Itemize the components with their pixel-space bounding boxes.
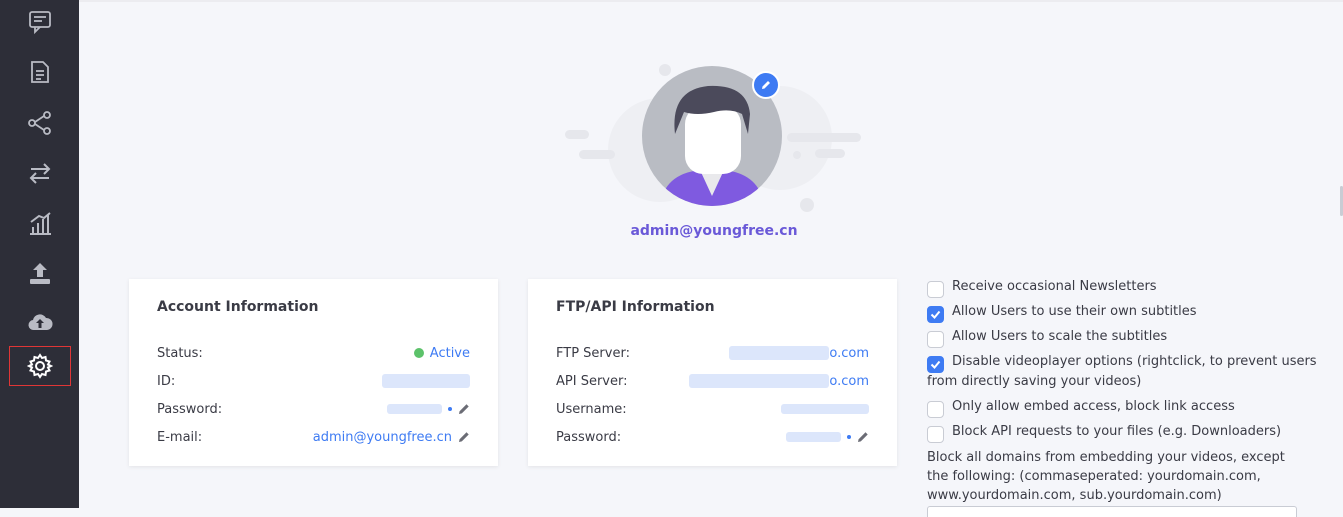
ftp-password-label: Password: <box>556 429 622 445</box>
redacted-api-server <box>689 374 830 388</box>
redacted-username <box>781 404 869 414</box>
checkmark-icon <box>930 360 941 369</box>
sidebar-item-documents[interactable] <box>9 52 71 92</box>
ftp-server-value: o.com <box>729 346 869 361</box>
document-icon <box>31 61 49 83</box>
email-value: admin@youngfree.cn <box>313 430 470 445</box>
api-server-value: o.com <box>689 374 869 389</box>
username-row: Username: <box>556 399 869 419</box>
option-embed-only[interactable]: Only allow embed access, block link acce… <box>927 398 1235 418</box>
pencil-icon <box>858 432 868 442</box>
upload-icon <box>30 263 50 284</box>
cloud-upload-icon <box>28 314 53 331</box>
redacted-ftp-password <box>786 432 841 442</box>
status-badge: Active <box>429 345 470 361</box>
id-row: ID: <box>157 371 470 391</box>
status-row: Status: Active <box>157 343 470 363</box>
ftp-server-text: o.com <box>829 345 869 361</box>
checkmark-icon <box>930 310 941 319</box>
top-divider <box>79 0 1343 2</box>
sidebar-item-share[interactable] <box>9 103 71 143</box>
block-api-checkbox[interactable] <box>927 426 944 443</box>
status-label: Status: <box>157 345 203 361</box>
sidebar-item-cloud-upload[interactable] <box>9 302 71 342</box>
option-label-continued: from directly saving your videos) <box>927 374 1142 389</box>
edit-email-button[interactable] <box>458 431 470 443</box>
id-value <box>382 374 470 388</box>
option-block-api[interactable]: Block API requests to your files (e.g. D… <box>927 423 1281 443</box>
option-own-subtitles[interactable]: Allow Users to use their own subtitles <box>927 303 1197 323</box>
option-newsletters[interactable]: Receive occasional Newsletters <box>927 278 1157 298</box>
pencil-icon <box>459 432 469 442</box>
ftp-password-row: Password: <box>556 427 869 447</box>
edit-avatar-button[interactable] <box>752 71 780 99</box>
option-label: Allow Users to scale the subtitles <box>952 329 1168 344</box>
scale-subtitles-checkbox[interactable] <box>927 331 944 348</box>
option-label: Receive occasional Newsletters <box>952 279 1157 294</box>
status-value: Active <box>413 345 470 361</box>
embed-only-checkbox[interactable] <box>927 401 944 418</box>
redacted-ftp-server <box>729 346 830 360</box>
status-dot-icon <box>413 348 424 358</box>
api-server-row: API Server: o.com <box>556 371 869 391</box>
password-row: Password: <box>157 399 470 419</box>
option-label: Disable videoplayer options (rightclick,… <box>952 354 1317 369</box>
disable-videoplayer-checkbox[interactable] <box>927 356 944 373</box>
redacted-id <box>382 374 470 388</box>
password-dot <box>448 407 452 411</box>
ftp-password-dot <box>847 435 851 439</box>
option-label: Block API requests to your files (e.g. D… <box>952 424 1282 439</box>
chat-icon <box>29 11 51 35</box>
stats-icon <box>30 212 51 235</box>
sidebar-item-transfer[interactable] <box>9 153 71 193</box>
option-label: Allow Users to use their own subtitles <box>952 304 1197 319</box>
api-server-label: API Server: <box>556 373 628 389</box>
option-label: Only allow embed access, block link acce… <box>952 399 1235 414</box>
ftp-password-value <box>786 431 869 443</box>
account-info-title: Account Information <box>157 299 319 315</box>
edit-ftp-password-button[interactable] <box>857 431 869 443</box>
account-info-card: Account Information Status: Active ID: P… <box>129 279 498 466</box>
newsletters-checkbox[interactable] <box>927 281 944 298</box>
sidebar-item-stats[interactable] <box>9 203 71 243</box>
option-disable-videoplayer[interactable]: Disable videoplayer options (rightclick,… <box>927 353 1317 373</box>
password-value <box>387 403 470 415</box>
pencil-icon <box>762 81 770 89</box>
ftp-server-row: FTP Server: o.com <box>556 343 869 363</box>
username-label: Username: <box>556 401 627 417</box>
email-row: E-mail: admin@youngfree.cn <box>157 427 470 447</box>
option-scale-subtitles[interactable]: Allow Users to scale the subtitles <box>927 328 1167 348</box>
main-content: admin@youngfree.cn Account Information S… <box>79 0 1343 517</box>
transfer-icon <box>29 163 51 184</box>
sidebar-item-chat[interactable] <box>9 2 71 42</box>
sidebar-item-upload[interactable] <box>9 253 71 293</box>
email-label: E-mail: <box>157 429 203 445</box>
account-email[interactable]: admin@youngfree.cn <box>313 430 452 445</box>
share-icon <box>28 111 51 135</box>
ftp-server-label: FTP Server: <box>556 345 630 361</box>
sidebar <box>0 0 79 508</box>
ftp-api-info-card: FTP/API Information FTP Server: o.com AP… <box>528 279 897 466</box>
profile-email: admin@youngfree.cn <box>630 223 798 239</box>
block-domains-description: Block all domains from embedding your vi… <box>927 450 1285 503</box>
own-subtitles-checkbox[interactable] <box>927 306 944 323</box>
api-server-text: o.com <box>829 373 869 389</box>
redacted-password <box>387 404 442 414</box>
gear-icon <box>27 353 53 379</box>
username-value <box>781 404 869 414</box>
id-label: ID: <box>157 373 176 389</box>
pencil-icon <box>459 404 469 414</box>
avatar-illustration <box>565 60 865 220</box>
password-label: Password: <box>157 401 223 417</box>
ftp-api-info-title: FTP/API Information <box>556 299 715 315</box>
edit-password-button[interactable] <box>458 403 470 415</box>
sidebar-item-settings[interactable] <box>9 346 71 386</box>
